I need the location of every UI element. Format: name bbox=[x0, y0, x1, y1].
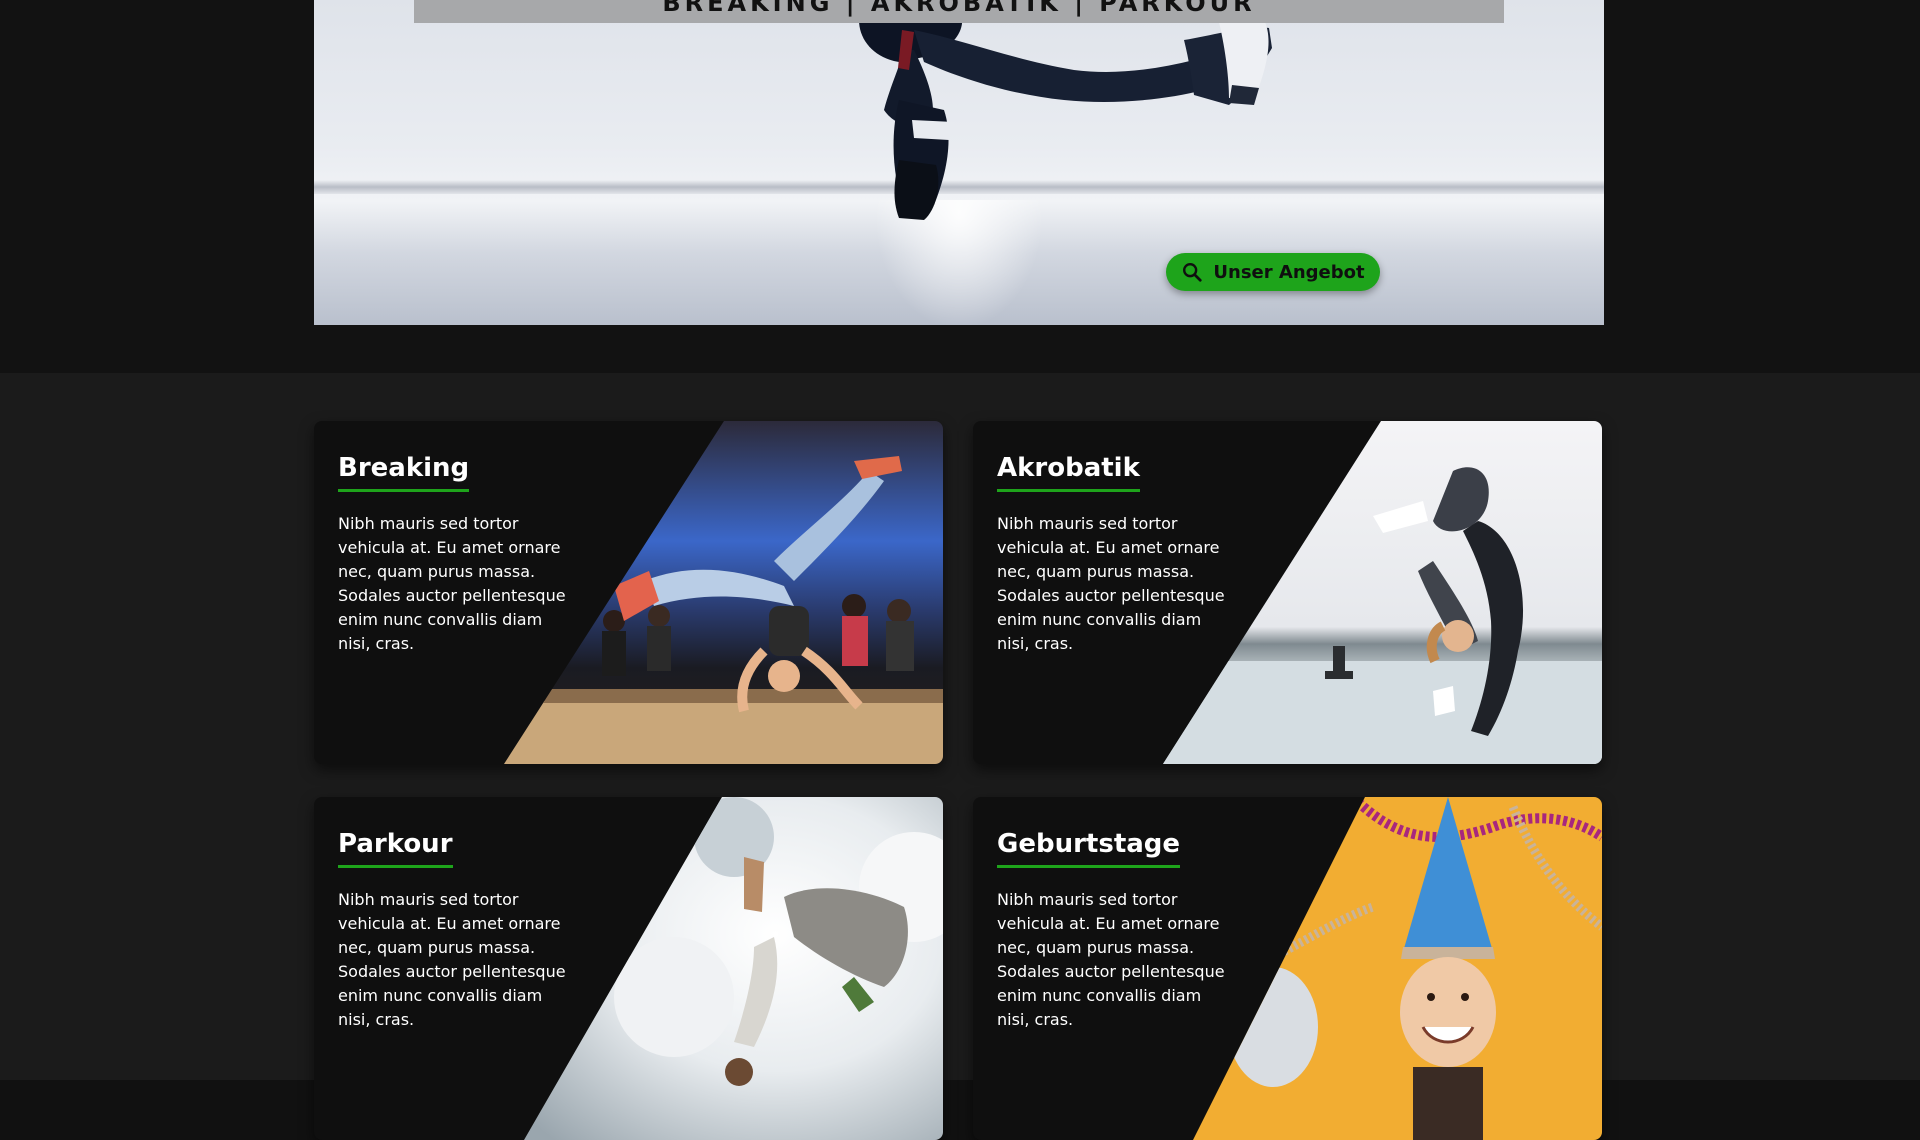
search-icon bbox=[1183, 263, 1203, 282]
offer-card-parkour[interactable]: Parkour Nibh mauris sed tortor vehicula … bbox=[314, 797, 943, 1140]
offer-card-geburtstage[interactable]: Geburtstage Nibh mauris sed tortor vehic… bbox=[973, 797, 1602, 1140]
offer-card-akrobatik[interactable]: Akrobatik Nibh mauris sed tortor vehicul… bbox=[973, 421, 1602, 764]
card-description: Nibh mauris sed tortor vehicula at. Eu a… bbox=[997, 890, 1225, 1029]
card-description: Nibh mauris sed tortor vehicula at. Eu a… bbox=[997, 514, 1225, 653]
card-title: Geburtstage bbox=[997, 827, 1181, 868]
hero-banner-text: BREAKING | AKROBATIK | PARKOUR bbox=[662, 0, 1256, 17]
card-description: Nibh mauris sed tortor vehicula at. Eu a… bbox=[338, 890, 566, 1029]
card-title: Parkour bbox=[338, 827, 453, 868]
card-title: Akrobatik bbox=[997, 451, 1140, 492]
offer-button[interactable]: Unser Angebot bbox=[1166, 253, 1380, 291]
card-description: Nibh mauris sed tortor vehicula at. Eu a… bbox=[338, 514, 566, 653]
dancer-figure bbox=[859, 0, 1272, 220]
offer-cards-section: Breaking Nibh mauris sed tortor vehicula… bbox=[0, 373, 1920, 1140]
offer-button-label: Unser Angebot bbox=[1213, 261, 1365, 283]
offer-card-breaking[interactable]: Breaking Nibh mauris sed tortor vehicula… bbox=[314, 421, 943, 764]
hero-image: Unser Angebot bbox=[314, 0, 1604, 325]
hero-section: Unser Angebot BREAKING | AKROBATIK | PAR… bbox=[0, 0, 1920, 373]
hero-banner: BREAKING | AKROBATIK | PARKOUR bbox=[414, 0, 1504, 23]
card-title: Breaking bbox=[338, 451, 470, 492]
